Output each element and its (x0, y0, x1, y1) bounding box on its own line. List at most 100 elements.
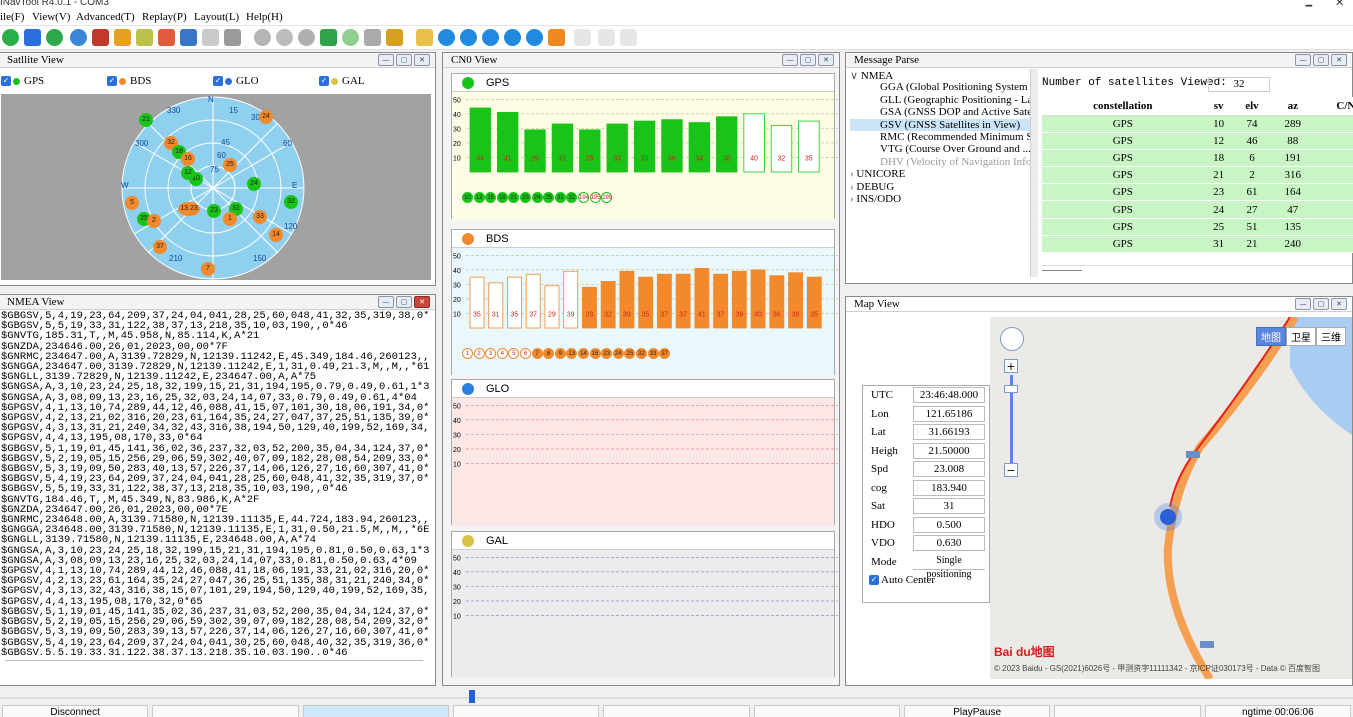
minimize-button[interactable]: — (1295, 298, 1311, 310)
table-row[interactable]: GPS 24 27 47 (1042, 200, 1353, 219)
gps-toggle[interactable]: ✓ GPS (1, 75, 44, 87)
tree-item[interactable]: GSA (GNSS DOP and Active Sate... (850, 106, 1030, 118)
hmark-icon[interactable] (598, 29, 615, 46)
stop-icon[interactable] (254, 29, 271, 46)
forward-icon[interactable] (504, 29, 521, 46)
close-button[interactable]: ✕ (1331, 298, 1347, 310)
list-icon[interactable] (136, 29, 153, 46)
toolbar (0, 26, 1353, 50)
cn0-bar (688, 122, 711, 173)
globe-icon[interactable] (70, 29, 87, 46)
map-icon[interactable] (342, 29, 359, 46)
zoom-in-button[interactable]: + (1004, 359, 1018, 373)
column-header[interactable]: elv (1233, 97, 1271, 116)
tree-scrollbar[interactable] (1030, 69, 1038, 277)
column-header[interactable]: constellation (1042, 97, 1204, 116)
close-button[interactable]: ✕ (1331, 54, 1347, 66)
settings-icon[interactable] (180, 29, 197, 46)
column-header[interactable]: C/N0 (1315, 97, 1353, 116)
tree-group[interactable]: › UNICORE (850, 168, 1030, 180)
map-type-satellite[interactable]: 卫星 (1286, 327, 1316, 346)
tools-icon[interactable] (224, 29, 241, 46)
table-row[interactable]: GPS 31 21 240 (1042, 235, 1353, 254)
menu-file[interactable]: ile(F) (0, 11, 24, 23)
map-type-map[interactable]: 地图 (1256, 327, 1286, 346)
menu-layout[interactable]: Layout(L) (194, 11, 239, 23)
tree-item[interactable]: DHV (Velocity of Navigation Info... (850, 156, 1030, 168)
step-icon[interactable] (526, 29, 543, 46)
pause-icon[interactable] (482, 29, 499, 46)
save-icon[interactable] (24, 29, 41, 46)
close-button[interactable]: ✕ (414, 296, 430, 308)
record-icon[interactable] (46, 29, 63, 46)
minimize-button[interactable]: 🗕 (1305, 0, 1313, 10)
grid-icon[interactable] (202, 29, 219, 46)
column-header[interactable]: az (1270, 97, 1316, 116)
map-canvas[interactable]: + − 地图 卫星 三维 Bai du地图 © 2023 Baidu - GS(… (990, 317, 1352, 679)
maximize-button[interactable]: ▢ (800, 54, 816, 66)
table-row[interactable]: GPS 21 2 316 (1042, 166, 1353, 185)
sat-id-badge: 195 (589, 192, 601, 203)
pan-control[interactable] (1000, 327, 1024, 351)
zoom-out-button[interactable]: − (1004, 463, 1018, 477)
tree-item[interactable]: GLL (Geographic Positioning - La... (850, 94, 1030, 106)
minimize-button[interactable]: — (1295, 54, 1311, 66)
table-row[interactable]: GPS 12 46 88 (1042, 132, 1353, 150)
minimize-button[interactable]: — (782, 54, 798, 66)
maximize-button[interactable]: ▢ (1313, 298, 1329, 310)
replay-track[interactable] (0, 697, 1353, 699)
maximize-button[interactable]: ▢ (396, 296, 412, 308)
minimize-button[interactable]: — (378, 296, 394, 308)
close-button[interactable]: ✕ (414, 54, 430, 66)
map-view-title: Map View (846, 297, 1352, 312)
bds-toggle[interactable]: ✓ BDS (107, 75, 151, 87)
open-file-icon[interactable] (416, 29, 433, 46)
arrow-right-icon[interactable] (548, 29, 565, 46)
connect-icon[interactable] (2, 29, 19, 46)
maximize-button[interactable]: ▢ (1313, 54, 1329, 66)
minimize-button[interactable]: — (378, 54, 394, 66)
refresh-icon[interactable] (276, 29, 293, 46)
table-hscroll[interactable] (1042, 265, 1352, 275)
signal-icon[interactable] (320, 29, 337, 46)
tree-group[interactable]: ∨ NMEA (850, 69, 1030, 81)
cn0-panel-header: GAL (452, 532, 834, 550)
pen-icon[interactable] (386, 29, 403, 46)
menu-replay[interactable]: Replay(P) (142, 11, 187, 23)
chart-icon[interactable] (114, 29, 131, 46)
close-button[interactable]: ✕ (818, 54, 834, 66)
vmark-icon[interactable] (620, 29, 637, 46)
map-type-3d[interactable]: 三维 (1316, 327, 1346, 346)
target-icon[interactable] (298, 29, 315, 46)
table-row[interactable]: GPS 18 6 191 (1042, 149, 1353, 168)
glo-dot-icon (225, 77, 232, 85)
glo-toggle[interactable]: ✓ GLO (213, 75, 259, 87)
tree-item[interactable]: VTG (Course Over Ground and ... (850, 143, 1030, 155)
replay-handle[interactable] (469, 690, 475, 703)
tree-item[interactable]: GSV (GNSS Satellites in View) (850, 118, 1030, 131)
column-header[interactable]: sv (1203, 97, 1234, 116)
nmea-log[interactable]: $GBGSV,5,4,19,23,64,209,37,24,04,041,28,… (1, 311, 429, 655)
tree-item[interactable]: GGA (Global Positioning System ... (850, 81, 1030, 93)
table-row[interactable]: GPS 23 61 164 (1042, 183, 1353, 202)
satellite-icon[interactable] (158, 29, 175, 46)
car-icon[interactable] (92, 29, 109, 46)
menu-view[interactable]: View(V) (32, 11, 70, 23)
menu-advanced[interactable]: Advanced(T) (76, 11, 135, 23)
gal-toggle[interactable]: ✓ GAL (319, 75, 365, 87)
tree-item[interactable]: RMC (Recommended Minimum S... (850, 131, 1030, 143)
table-row[interactable]: GPS 10 74 289 (1042, 115, 1353, 133)
zoom-handle[interactable] (1004, 385, 1018, 393)
maximize-button[interactable]: ▢ (396, 54, 412, 66)
tree-group[interactable]: › DEBUG (850, 181, 1030, 193)
close-button[interactable]: ✕ (1335, 0, 1344, 9)
table-row[interactable]: GPS 25 51 135 (1042, 218, 1353, 236)
menu-help[interactable]: Help(H) (246, 11, 283, 23)
rewind-icon[interactable] (460, 29, 477, 46)
tree-group[interactable]: › INS/ODO (850, 193, 1030, 205)
dev-icon[interactable] (364, 29, 381, 46)
cursor-icon[interactable] (574, 29, 591, 46)
play-icon[interactable] (438, 29, 455, 46)
status-cell[interactable]: PlayPause (904, 705, 1051, 717)
chevron-down-icon[interactable]: ∨ (850, 70, 861, 81)
